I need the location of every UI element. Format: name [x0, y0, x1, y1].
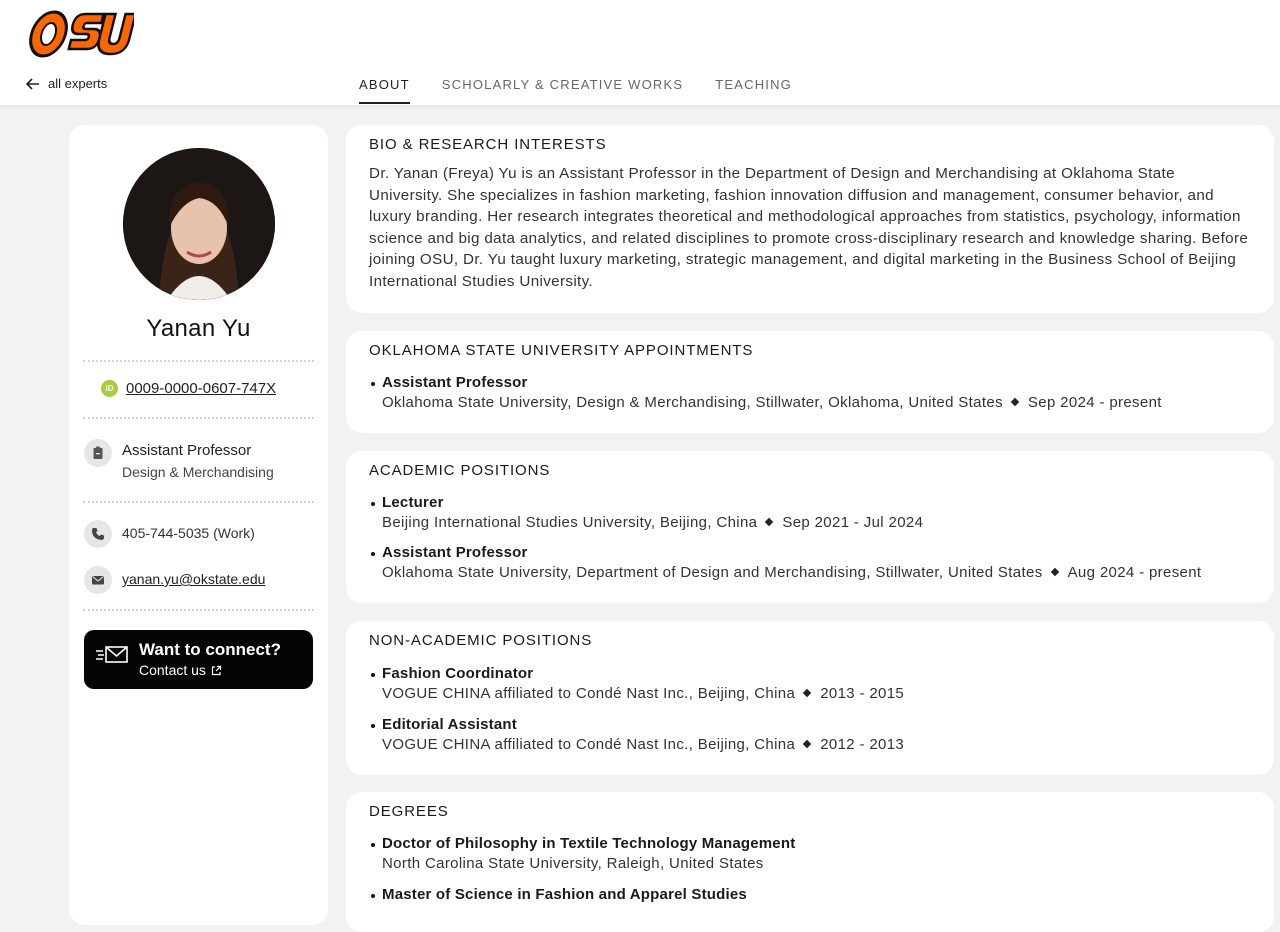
entry-detail: North Carolina State University, Raleigh… [382, 855, 764, 872]
arrow-left-icon [26, 77, 39, 90]
divider [83, 501, 314, 503]
list-item: Fashion Coordinator VOGUE CHINA affiliat… [369, 665, 904, 702]
entry-org: Oklahoma State University, Design & Merc… [382, 394, 1003, 411]
academic-positions-card: ACADEMIC POSITIONS Lecturer Beijing Inte… [346, 451, 1274, 603]
bio-card: BIO & RESEARCH INTERESTS Dr. Yanan (Frey… [346, 125, 1274, 313]
back-to-experts-link[interactable]: all experts [26, 76, 107, 91]
entry-detail: Oklahoma State University, Department of… [369, 564, 1201, 581]
profile-name: Yanan Yu [146, 315, 251, 342]
contact-us-label: Contact us [139, 662, 206, 678]
email-row: yanan.yu@okstate.edu [84, 566, 265, 594]
appointments-section-title: OKLAHOMA STATE UNIVERSITY APPOINTMENTS [369, 342, 754, 359]
divider [83, 360, 314, 362]
entry-org: VOGUE CHINA affiliated to Condé Nast Inc… [382, 736, 796, 753]
nonacademic-section-title: NON-ACADEMIC POSITIONS [369, 632, 593, 649]
divider [83, 417, 314, 419]
appointments-card: OKLAHOMA STATE UNIVERSITY APPOINTMENTS A… [346, 331, 1274, 433]
diamond-separator [1010, 397, 1020, 407]
list-item: Editorial Assistant VOGUE CHINA affiliat… [369, 716, 904, 753]
diamond-separator [802, 739, 812, 749]
orcid-row: iD 0009-0000-0607-747X [101, 380, 276, 397]
entry-detail: VOGUE CHINA affiliated to Condé Nast Inc… [369, 736, 904, 753]
bio-section-title: BIO & RESEARCH INTERESTS [369, 136, 607, 153]
orcid-icon: iD [101, 380, 118, 397]
entry-title: Master of Science in Fashion and Apparel… [369, 886, 747, 903]
list-item: Lecturer Beijing International Studies U… [369, 494, 923, 531]
entry-org: Oklahoma State University, Department of… [382, 564, 1043, 581]
entry-title: Lecturer [369, 494, 923, 511]
entry-detail: VOGUE CHINA affiliated to Condé Nast Inc… [369, 685, 904, 702]
list-item: Master of Science in Fashion and Apparel… [369, 886, 747, 903]
nav-bar: all experts ABOUT SCHOLARLY & CREATIVE W… [0, 66, 1280, 105]
degrees-card: DEGREES Doctor of Philosophy in Textile … [346, 792, 1274, 932]
position-department: Design & Merchandising [122, 464, 274, 480]
entry-dates: Sep 2021 - Jul 2024 [782, 514, 924, 531]
entry-org: VOGUE CHINA affiliated to Condé Nast Inc… [382, 685, 796, 702]
connect-title: Want to connect? [139, 640, 281, 659]
tab-scholarly-creative-works[interactable]: SCHOLARLY & CREATIVE WORKS [442, 66, 683, 105]
connect-subtitle: Contact us [139, 662, 222, 678]
entry-dates: Sep 2024 - present [1027, 394, 1162, 411]
list-item: Doctor of Philosophy in Textile Technolo… [369, 835, 795, 872]
envelope-speed-icon [96, 646, 128, 663]
bio-text: Dr. Yanan (Freya) Yu is an Assistant Pro… [369, 165, 1249, 290]
position-row: Assistant Professor Design & Merchandisi… [84, 439, 274, 480]
phone-icon [84, 520, 112, 548]
tab-teaching[interactable]: TEACHING [715, 66, 792, 105]
non-academic-positions-card: NON-ACADEMIC POSITIONS Fashion Coordinat… [346, 621, 1274, 775]
entry-detail: Beijing International Studies University… [369, 514, 923, 531]
avatar [123, 148, 275, 300]
entry-title: Editorial Assistant [369, 716, 904, 733]
entry-title: Assistant Professor [369, 374, 1162, 391]
academic-section-title: ACADEMIC POSITIONS [369, 462, 551, 479]
entry-title: Fashion Coordinator [369, 665, 904, 682]
profile-tabs: ABOUT SCHOLARLY & CREATIVE WORKS TEACHIN… [359, 66, 792, 105]
top-bar [0, 0, 1280, 66]
email-link[interactable]: yanan.yu@okstate.edu [122, 566, 265, 594]
mail-icon [84, 566, 112, 594]
diamond-separator [765, 517, 774, 527]
list-item: Assistant Professor Oklahoma State Unive… [369, 544, 1201, 581]
diamond-separator [802, 688, 812, 698]
entry-dates: 2013 - 2015 [820, 685, 905, 702]
contact-us-button[interactable]: Want to connect? Contact us [84, 630, 313, 689]
external-link-icon [211, 665, 222, 675]
entry-title: Doctor of Philosophy in Textile Technolo… [369, 835, 795, 852]
divider [83, 609, 314, 611]
phone-row: 405-744-5035 (Work) [84, 520, 255, 548]
tab-about[interactable]: ABOUT [359, 66, 410, 105]
diamond-separator [1050, 567, 1059, 577]
list-item: Assistant Professor Oklahoma State Unive… [369, 374, 1162, 411]
profile-sidebar: Yanan Yu iD 0009-0000-0607-747X Assistan… [69, 125, 328, 925]
badge-icon [84, 439, 112, 467]
position-title: Assistant Professor [122, 442, 252, 459]
entry-org: Beijing International Studies University… [382, 514, 758, 531]
entry-detail: Oklahoma State University, Design & Merc… [369, 394, 1162, 411]
phone-number: 405-744-5035 (Work) [122, 525, 255, 541]
entry-dates: 2012 - 2013 [820, 736, 905, 753]
degrees-section-title: DEGREES [369, 803, 449, 820]
back-link-label: all experts [48, 76, 108, 91]
orcid-link[interactable]: 0009-0000-0607-747X [126, 380, 276, 397]
entry-dates: Aug 2024 - present [1067, 564, 1202, 581]
entry-title: Assistant Professor [369, 544, 1201, 561]
osu-logo[interactable] [26, 4, 134, 62]
